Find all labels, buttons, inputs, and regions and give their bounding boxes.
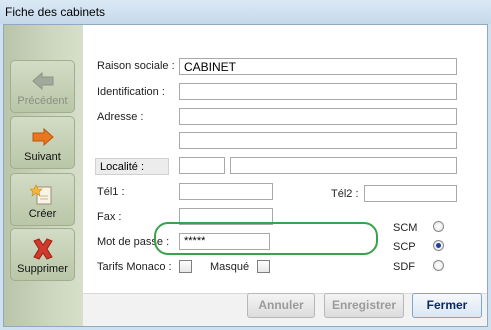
type-option-scm-radio[interactable]: [433, 221, 444, 232]
arrow-right-icon: [32, 127, 54, 147]
dialog-frame: Précédent Suivant Créer Supprimer Raison…: [3, 24, 488, 327]
previous-label: Précédent: [17, 95, 68, 107]
delete-button[interactable]: Supprimer: [10, 228, 75, 281]
delete-label: Supprimer: [17, 263, 68, 275]
save-button[interactable]: Enregistrer: [324, 293, 404, 318]
arrow-left-icon: [31, 71, 53, 91]
type-option-sdf-label: SDF: [393, 261, 415, 273]
type-option-scp-radio[interactable]: [433, 240, 444, 251]
create-button[interactable]: Créer: [10, 173, 75, 226]
masque-label: Masqué: [210, 261, 250, 273]
next-label: Suivant: [24, 151, 61, 163]
raison-sociale-input[interactable]: CABINET: [179, 58, 457, 75]
form-area: Raison sociale : CABINET Identification …: [83, 25, 487, 293]
localite-city-input[interactable]: [230, 157, 457, 174]
tel1-input[interactable]: [179, 183, 273, 200]
localite-postcode-input[interactable]: [179, 157, 225, 174]
localite-label: Localité :: [95, 158, 169, 175]
tel2-input[interactable]: [364, 185, 457, 202]
identification-label: Identification :: [97, 86, 165, 98]
type-option-sdf-radio[interactable]: [433, 260, 444, 271]
adresse-line1-input[interactable]: [179, 108, 457, 125]
password-highlight-outline: [154, 222, 378, 255]
dialog-window: Fiche des cabinets Précédent Suivant Cré…: [0, 0, 491, 330]
close-button[interactable]: Fermer: [412, 293, 482, 318]
adresse-label: Adresse :: [97, 111, 144, 123]
type-option-scm-label: SCM: [393, 222, 418, 234]
raison-sociale-label: Raison sociale :: [97, 60, 175, 72]
identification-input[interactable]: [179, 83, 457, 100]
fax-label: Fax :: [97, 211, 122, 223]
next-button[interactable]: Suivant: [10, 116, 75, 169]
delete-x-icon: [32, 238, 53, 260]
sidebar: Précédent Suivant Créer Supprimer: [4, 25, 83, 326]
tel1-label: Tél1 :: [97, 186, 125, 198]
masque-checkbox[interactable]: [257, 260, 270, 273]
cancel-button[interactable]: Annuler: [247, 293, 315, 318]
title-bar: Fiche des cabinets: [0, 0, 491, 24]
previous-button[interactable]: Précédent: [10, 60, 75, 113]
type-option-scp-label: SCP: [393, 241, 416, 253]
tarifs-monaco-label: Tarifs Monaco :: [97, 261, 172, 273]
adresse-line2-input[interactable]: [179, 132, 457, 149]
radio-selected-dot: [436, 243, 441, 248]
create-label: Créer: [28, 208, 57, 220]
new-document-icon: [29, 184, 51, 205]
tarifs-monaco-checkbox[interactable]: [179, 260, 192, 273]
tel2-label: Tél2 :: [331, 188, 359, 200]
window-title: Fiche des cabinets: [5, 5, 106, 19]
